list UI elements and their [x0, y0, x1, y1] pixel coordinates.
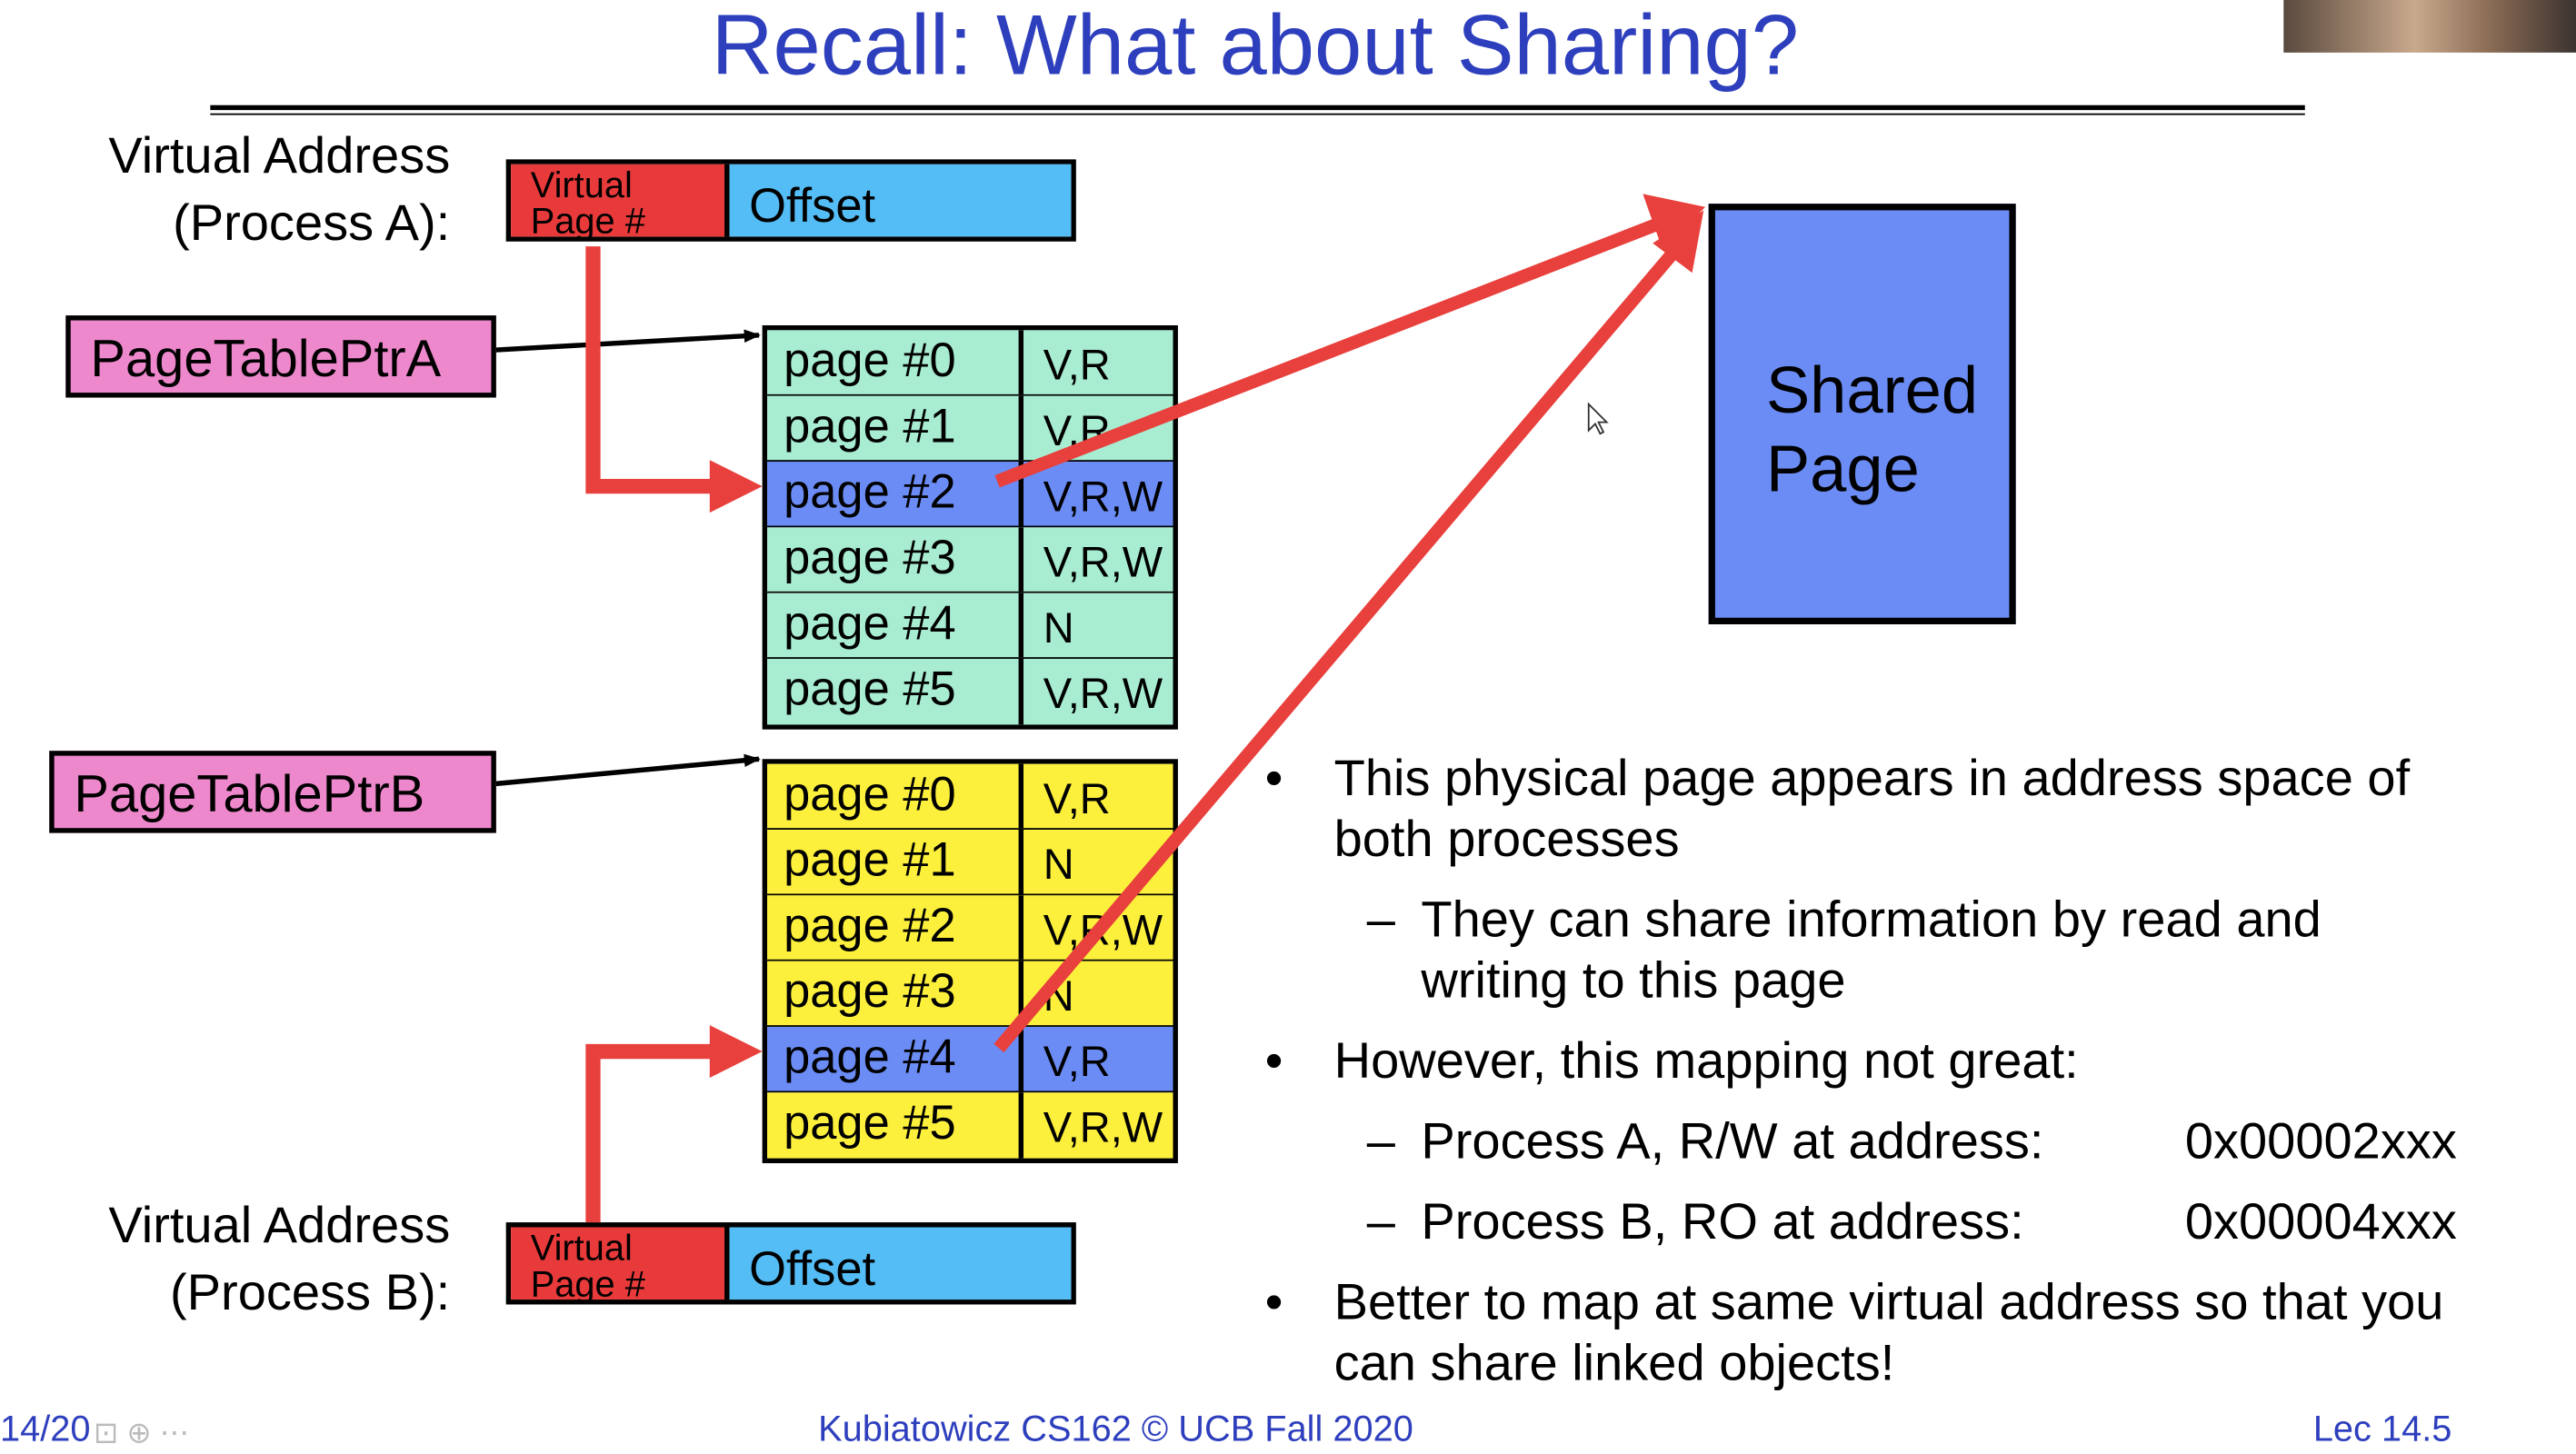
sub-bullet-2-address: 0x00002xxx	[2184, 1111, 2457, 1170]
ptr-b-arrow	[495, 753, 761, 787]
bullet-dot: •	[1264, 749, 1283, 807]
mouse-cursor-icon	[1587, 402, 1609, 435]
slide-counter: 14/20	[0, 1408, 91, 1449]
sub-bullet-dash: –	[1366, 890, 1395, 949]
bullet-1-line2: both processes	[1333, 810, 1680, 868]
bullet-1: • This physical page appears in address …	[1265, 748, 2563, 870]
vpn-a-arrow	[585, 246, 763, 513]
bullet-3-line1: Better to map at same virtual address so…	[1333, 1273, 2444, 1331]
sub-bullet-2-label: Process A, R/W at address:	[1421, 1111, 2044, 1170]
ptr-a-arrow	[495, 329, 761, 353]
sub-bullet-1: – They can share information by read and…	[1265, 889, 2563, 1011]
sub-bullet-3-label: Process B, RO at address:	[1421, 1192, 2024, 1250]
bullet-dot: •	[1264, 1273, 1283, 1331]
sub-bullet-1-line1: They can share information by read and	[1421, 890, 2321, 949]
bullet-3-line2: can share linked objects!	[1333, 1334, 1895, 1392]
zoom-controls-icon[interactable]: ⊡ ⊕ ⋯	[94, 1416, 189, 1450]
sub-bullet-dash: –	[1366, 1111, 1395, 1170]
sub-bullet-2: – Process A, R/W at address: 0x00002xxx	[1265, 1110, 2563, 1171]
bullet-3: • Better to map at same virtual address …	[1265, 1271, 2563, 1393]
bullet-1-line1: This physical page appears in address sp…	[1333, 749, 2411, 807]
vpn-b-arrow	[585, 1025, 763, 1223]
bullet-2-text: However, this mapping not great:	[1333, 1031, 2079, 1090]
bullet-dot: •	[1264, 1031, 1283, 1090]
footer-course: Kubiatowicz CS162 © UCB Fall 2020	[818, 1408, 1413, 1449]
bullet-2: • However, this mapping not great:	[1265, 1031, 2563, 1091]
sub-bullet-3-address: 0x00004xxx	[2184, 1192, 2457, 1250]
slide: Recall: What about Sharing? Virtual Addr…	[0, 0, 2576, 1454]
bullet-list: • This physical page appears in address …	[1265, 748, 2563, 1413]
sub-bullet-1-line2: writing to this page	[1421, 951, 1846, 1010]
footer-lecture: Lec 14.5	[2312, 1408, 2452, 1449]
sub-bullet-dash: –	[1366, 1192, 1395, 1250]
sub-bullet-3: – Process B, RO at address: 0x00004xxx	[1265, 1191, 2563, 1252]
